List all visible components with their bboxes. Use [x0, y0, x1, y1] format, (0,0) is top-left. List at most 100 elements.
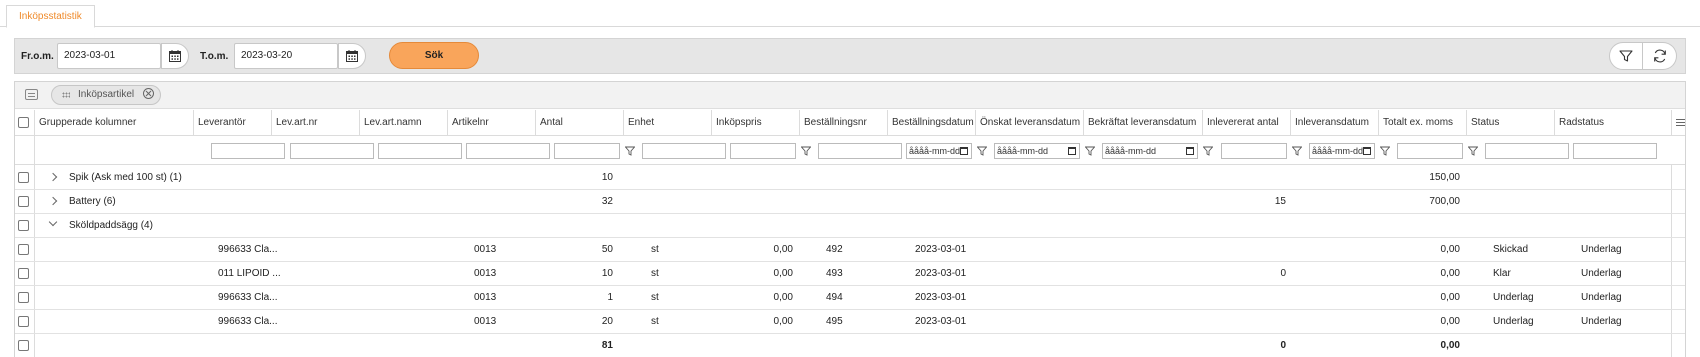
filter-inlevererat-antal-icon[interactable] [1292, 146, 1302, 156]
filter-bestallningsnr-input[interactable] [818, 143, 902, 159]
filter-lev-art-namn-input[interactable] [378, 143, 462, 159]
filter-totalt-input[interactable] [1397, 143, 1463, 159]
column-menu-icon[interactable] [1676, 119, 1685, 120]
row-checkbox[interactable] [18, 244, 29, 255]
filter-bekraftat-leveransdatum-input[interactable]: åååå-mm-dd [1102, 143, 1198, 159]
filter-inleveransdatum-input[interactable]: åååå-mm-dd [1309, 143, 1375, 159]
col-header-bestallningsnr[interactable]: Beställningsnr [799, 110, 887, 136]
col-header-enhet[interactable]: Enhet [623, 110, 711, 136]
from-date-input[interactable]: 2023-03-01 [57, 43, 161, 69]
calendar-icon[interactable] [960, 147, 968, 155]
calendar-icon[interactable] [1363, 147, 1371, 155]
refresh-button[interactable] [1643, 42, 1677, 70]
remove-chip-icon[interactable] [142, 88, 154, 99]
cell-radstatus: Underlag [1581, 316, 1622, 327]
column-header-row: Grupperade kolumner Leverantör Lev.art.n… [15, 110, 1685, 136]
col-header-artikelnr[interactable]: Artikelnr [447, 110, 535, 136]
filter-bestallningsdatum-input[interactable]: åååå-mm-dd [906, 143, 972, 159]
table-row[interactable]: 011 LIPOID ... 0013 10 st 0,00 493 2023-… [15, 262, 1685, 286]
filter-bestallningsdatum-icon[interactable] [977, 146, 987, 156]
row-checkbox[interactable] [18, 220, 29, 231]
col-header-grupperade[interactable]: Grupperade kolumner [34, 110, 193, 136]
cell-totalt: 0,00 [1440, 244, 1460, 255]
filter-bekraftat-leveransdatum-icon[interactable] [1203, 146, 1213, 156]
search-button[interactable]: Sök [389, 42, 479, 69]
col-header-antal[interactable]: Antal [535, 110, 623, 136]
tab-inkopsstatistik[interactable]: Inköpsstatistik [6, 5, 95, 28]
col-header-onskat-leveransdatum[interactable]: Önskat leveransdatum [975, 110, 1083, 136]
row-checkbox[interactable] [18, 316, 29, 327]
cell-bestallningsnr: 494 [826, 292, 843, 303]
collapse-chevron-icon[interactable] [48, 217, 58, 227]
filter-onskat-leveransdatum-icon[interactable] [1085, 146, 1095, 156]
col-header-radstatus[interactable]: Radstatus [1554, 110, 1671, 136]
cell-radstatus: Underlag [1581, 244, 1622, 255]
total-antal: 81 [601, 340, 613, 351]
group-row[interactable]: Battery (6) 32 15 700,00 [15, 190, 1685, 214]
col-header-leverantor[interactable]: Leverantör [193, 110, 271, 136]
cell-radstatus: Underlag [1581, 268, 1622, 279]
cell-bestallningsdatum: 2023-03-01 [915, 268, 967, 279]
col-header-menu[interactable] [1671, 110, 1685, 136]
filter-artikelnr-input[interactable] [466, 143, 550, 159]
col-header-inleveransdatum[interactable]: Inleveransdatum [1290, 110, 1378, 136]
filter-button[interactable] [1609, 42, 1643, 70]
filter-enhet-input[interactable] [642, 143, 726, 159]
cell-bestallningsdatum: 2023-03-01 [915, 244, 967, 255]
from-label: Fr.o.m. [21, 51, 54, 62]
cell-totalt: 0,00 [1440, 268, 1460, 279]
expand-chevron-icon[interactable] [48, 196, 58, 206]
group-totalt: 150,00 [1429, 172, 1460, 183]
total-totalt: 0,00 [1440, 340, 1460, 351]
calendar-icon[interactable] [1186, 147, 1194, 155]
table-row[interactable]: 996633 Cla... 0013 20 st 0,00 495 2023-0… [15, 310, 1685, 334]
filter-inleveransdatum-icon[interactable] [1380, 146, 1390, 156]
filter-inkopspris-icon[interactable] [801, 146, 811, 156]
cell-inkopspris: 0,00 [773, 292, 793, 303]
col-header-bestallningsdatum[interactable]: Beställningsdatum [887, 110, 975, 136]
filter-antal-icon[interactable] [625, 146, 635, 156]
col-header-status[interactable]: Status [1466, 110, 1554, 136]
from-calendar-button[interactable] [161, 43, 189, 69]
filter-onskat-leveransdatum-input[interactable]: åååå-mm-dd [994, 143, 1080, 159]
table-row[interactable]: 996633 Cla... 0013 50 st 0,00 492 2023-0… [15, 238, 1685, 262]
row-checkbox[interactable] [18, 340, 29, 351]
filter-status-input[interactable] [1485, 143, 1569, 159]
group-chip[interactable]: Inköpsartikel [51, 85, 161, 105]
filter-totalt-icon[interactable] [1468, 146, 1478, 156]
expand-chevron-icon[interactable] [48, 172, 58, 182]
date-placeholder: åååå-mm-dd [997, 146, 1049, 156]
filter-lev-art-nr-input[interactable] [290, 143, 374, 159]
col-header-bekraftat-leveransdatum[interactable]: Bekräftat leveransdatum [1083, 110, 1202, 136]
cell-leverantor: 996633 Cla... [218, 292, 278, 303]
cell-artikelnr: 0013 [474, 244, 497, 255]
row-checkbox[interactable] [18, 196, 29, 207]
cell-antal: 10 [601, 268, 613, 279]
filter-leverantor-input[interactable] [211, 143, 285, 159]
filter-antal-input[interactable] [554, 143, 620, 159]
col-header-inlevererat-antal[interactable]: Inlevererat antal [1202, 110, 1290, 136]
group-row[interactable]: Sköldpaddsägg (4) [15, 214, 1685, 238]
select-all-checkbox[interactable] [18, 117, 29, 128]
row-checkbox[interactable] [18, 172, 29, 183]
to-date-input[interactable]: 2023-03-20 [234, 43, 338, 69]
calendar-icon [346, 50, 358, 62]
col-header-lev-art-nr[interactable]: Lev.art.nr [271, 110, 359, 136]
cell-totalt: 0,00 [1440, 316, 1460, 327]
to-calendar-button[interactable] [338, 43, 366, 69]
col-header-lev-art-namn[interactable]: Lev.art.namn [359, 110, 447, 136]
filter-radstatus-input[interactable] [1573, 143, 1657, 159]
group-antal: 32 [601, 196, 613, 207]
filter-inkopspris-input[interactable] [730, 143, 796, 159]
cell-inlevererat: 0 [1280, 268, 1286, 279]
table-row[interactable]: 996633 Cla... 0013 1 st 0,00 494 2023-03… [15, 286, 1685, 310]
row-checkbox[interactable] [18, 292, 29, 303]
col-header-inkopspris[interactable]: Inköpspris [711, 110, 799, 136]
col-header-totalt-ex-moms[interactable]: Totalt ex. moms [1378, 110, 1466, 136]
group-row[interactable]: Spik (Ask med 100 st) (1) 10 150,00 [15, 166, 1685, 190]
group-panel: Inköpsartikel [15, 82, 1685, 109]
filter-inlevererat-antal-input[interactable] [1221, 143, 1287, 159]
calendar-icon[interactable] [1068, 147, 1076, 155]
drag-handle-icon[interactable] [62, 92, 70, 98]
row-checkbox[interactable] [18, 268, 29, 279]
